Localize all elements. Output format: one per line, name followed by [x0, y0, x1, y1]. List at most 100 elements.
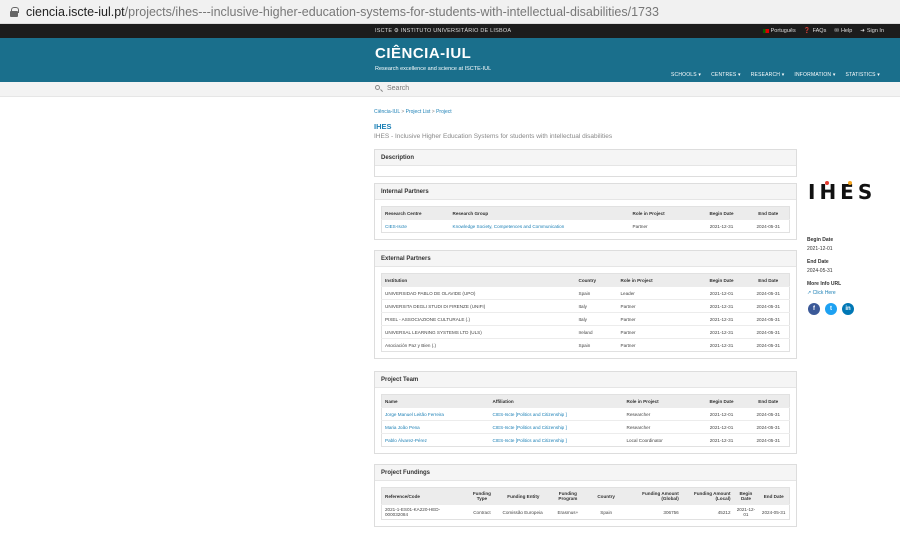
table-row: Pablo Álvarez-Pérez CIES-Iscte [Politics … [381, 433, 790, 447]
col-end: End Date [747, 273, 790, 287]
end-cell: 2024-05-31 [747, 286, 790, 300]
help-link[interactable]: ✉ Help [834, 28, 852, 34]
role-cell: Partner [629, 219, 696, 233]
col-end: End Date [758, 487, 790, 505]
col-name: Name [381, 394, 490, 408]
funding-type-cell: Contract [464, 504, 500, 520]
col-country: Country [588, 487, 624, 505]
table-row: Maria João Pena CIES-Iscte [Politics and … [381, 420, 790, 434]
funding-program-cell: Erasmus+ [547, 504, 589, 520]
col-institution: Institution [381, 273, 576, 287]
site-logo[interactable]: CIÊNCIA-IUL [375, 45, 471, 62]
sidebar-end-date: 2024-05-31 [807, 268, 833, 274]
search-icon [375, 85, 380, 90]
role-cell: Researcher [623, 420, 696, 434]
role-cell: Local Coordinator [623, 433, 696, 447]
internal-partners-table: Research Centre Research Group Role in P… [381, 206, 790, 233]
end-cell: 2024-05-31 [747, 420, 790, 434]
amount-local-cell: 45212 [681, 504, 734, 520]
col-amount-global: Funding Amount (Global) [623, 487, 682, 505]
col-role: Role in Project [629, 206, 696, 220]
browser-url-bar[interactable]: ciencia.iscte-iul.pt/projects/ihes---inc… [0, 0, 900, 24]
flag-icon [762, 29, 769, 33]
nav-information[interactable]: INFORMATION ▾ [794, 72, 835, 78]
role-cell: Partner [617, 338, 696, 352]
table-row: CIES-Iscte Knowledge Society, Competence… [381, 219, 790, 233]
nav-schools[interactable]: SCHOOLS ▾ [671, 72, 701, 78]
table-row: UNIVERSIDAD PABLO DE OLAVIDE (UPO) Spain L… [381, 286, 790, 300]
breadcrumb-home[interactable]: Ciência-IUL [374, 109, 400, 115]
lock-icon [10, 6, 19, 17]
reference-cell: 2021-1-ES01-KA220-HED-000032084 [381, 504, 465, 520]
begin-cell: 2021-12-31 [695, 312, 748, 326]
question-icon: ❓ [803, 28, 811, 34]
name-link[interactable]: Maria João Pena [385, 425, 420, 430]
affiliation-link[interactable]: CIES-Iscte [Politics and Citizenship ] [493, 412, 567, 417]
affiliation-link[interactable]: CIES-Iscte [Politics and Citizenship ] [493, 425, 567, 430]
end-cell: 2024-05-31 [747, 338, 790, 352]
name-link-cell: Jorge Manuel Leitão Ferreira [381, 407, 490, 421]
sign-in-link[interactable]: ➜ Sign In [860, 28, 884, 34]
begin-cell: 2021-12-31 [695, 433, 748, 447]
institution-cell: UNIVERSIDAD PABLO DE OLAVIDE (UPO) [381, 286, 576, 300]
country-cell: Ireland [575, 325, 618, 339]
name-link[interactable]: Jorge Manuel Leitão Ferreira [385, 412, 444, 417]
role-cell: Researcher [623, 407, 696, 421]
project-fundings-table: Reference/Code Funding Type Funding Entity… [381, 487, 790, 520]
begin-cell: 2021-12-01 [695, 286, 748, 300]
end-cell: 2024-05-31 [747, 433, 790, 447]
site-header: CIÊNCIA-IUL Research excellence and scie… [0, 38, 900, 82]
col-begin: Begin Date [695, 273, 748, 287]
name-link[interactable]: Pablo Álvarez-Pérez [385, 438, 427, 443]
breadcrumb-current[interactable]: Project [436, 109, 452, 115]
external-partners-table: Institution Country Role in Project Begi… [381, 273, 790, 352]
mail-icon: ✉ [834, 28, 839, 34]
faqs-link[interactable]: ❓ FAQs [804, 28, 827, 34]
affiliation-link-cell: CIES-Iscte [Politics and Citizenship ] [489, 433, 624, 447]
search-input[interactable]: Search [387, 85, 409, 92]
description-heading: Description [375, 150, 796, 166]
affiliation-link[interactable]: CIES-Iscte [Politics and Citizenship ] [493, 438, 567, 443]
country-cell: Spain [575, 338, 618, 352]
twitter-icon[interactable]: t [825, 303, 837, 315]
research-group-link[interactable]: Knowledge Society, Competences and Commu… [453, 224, 565, 229]
col-amount-local: Funding Amount (Local) [681, 487, 734, 505]
col-funding-type: Funding Type [464, 487, 500, 505]
sidebar-begin-date: 2021-12-01 [807, 246, 833, 252]
begin-cell: 2021-12-01 [733, 504, 759, 520]
main-nav: SCHOOLS ▾ CENTRES ▾ RESEARCH ▾ INFORMATI… [671, 72, 880, 78]
table-row: 2021-1-ES01-KA220-HED-000032084 Contract C… [381, 504, 790, 520]
country-cell: Italy [575, 299, 618, 313]
external-partners-heading: External Partners [375, 251, 796, 267]
project-fundings-panel: Project Fundings Reference/Code Funding T… [374, 464, 797, 527]
search-bar[interactable]: Search [0, 82, 900, 97]
project-title: IHES - Inclusive Higher Education System… [374, 133, 613, 140]
col-role: Role in Project [623, 394, 696, 408]
institution-brand[interactable]: ISCTE ⚙ INSTITUTO UNIVERSITÁRIO DE LISBO… [375, 28, 511, 34]
top-bar: ISCTE ⚙ INSTITUTO UNIVERSITÁRIO DE LISBO… [0, 24, 900, 38]
linkedin-icon[interactable]: in [842, 303, 854, 315]
nav-centres[interactable]: CENTRES ▾ [711, 72, 741, 78]
table-row: PIXEL - ASSOCIAZIONE CULTURALE (.) Italy P… [381, 312, 790, 326]
nav-statistics[interactable]: STATISTICS ▾ [846, 72, 880, 78]
facebook-icon[interactable]: f [808, 303, 820, 315]
breadcrumb-project-list[interactable]: Project List [406, 109, 431, 115]
language-link[interactable]: Português [762, 28, 796, 34]
research-centre-link[interactable]: CIES-Iscte [385, 224, 407, 229]
end-cell: 2024-05-31 [747, 407, 790, 421]
col-funding-entity: Funding Entity [499, 487, 548, 505]
project-acronym: IHES [374, 122, 392, 131]
sidebar-info-link[interactable]: ↗ Click Here [807, 290, 836, 296]
sidebar-begin-label: Begin Date [807, 237, 834, 243]
table-row: Jorge Manuel Leitão Ferreira CIES-Iscte [… [381, 407, 790, 421]
affiliation-link-cell: CIES-Iscte [Politics and Citizenship ] [489, 420, 624, 434]
nav-research[interactable]: RESEARCH ▾ [751, 72, 785, 78]
country-cell: Spain [575, 286, 618, 300]
amount-global-cell: 306756 [623, 504, 682, 520]
project-logo: IHES [808, 180, 877, 204]
sidebar-end-label: End Date [807, 259, 829, 265]
col-begin: Begin Date [695, 394, 748, 408]
begin-cell: 2021-12-31 [695, 219, 748, 233]
url-path: /projects/ihes---inclusive-higher-educat… [124, 4, 659, 19]
end-cell: 2024-05-31 [758, 504, 790, 520]
